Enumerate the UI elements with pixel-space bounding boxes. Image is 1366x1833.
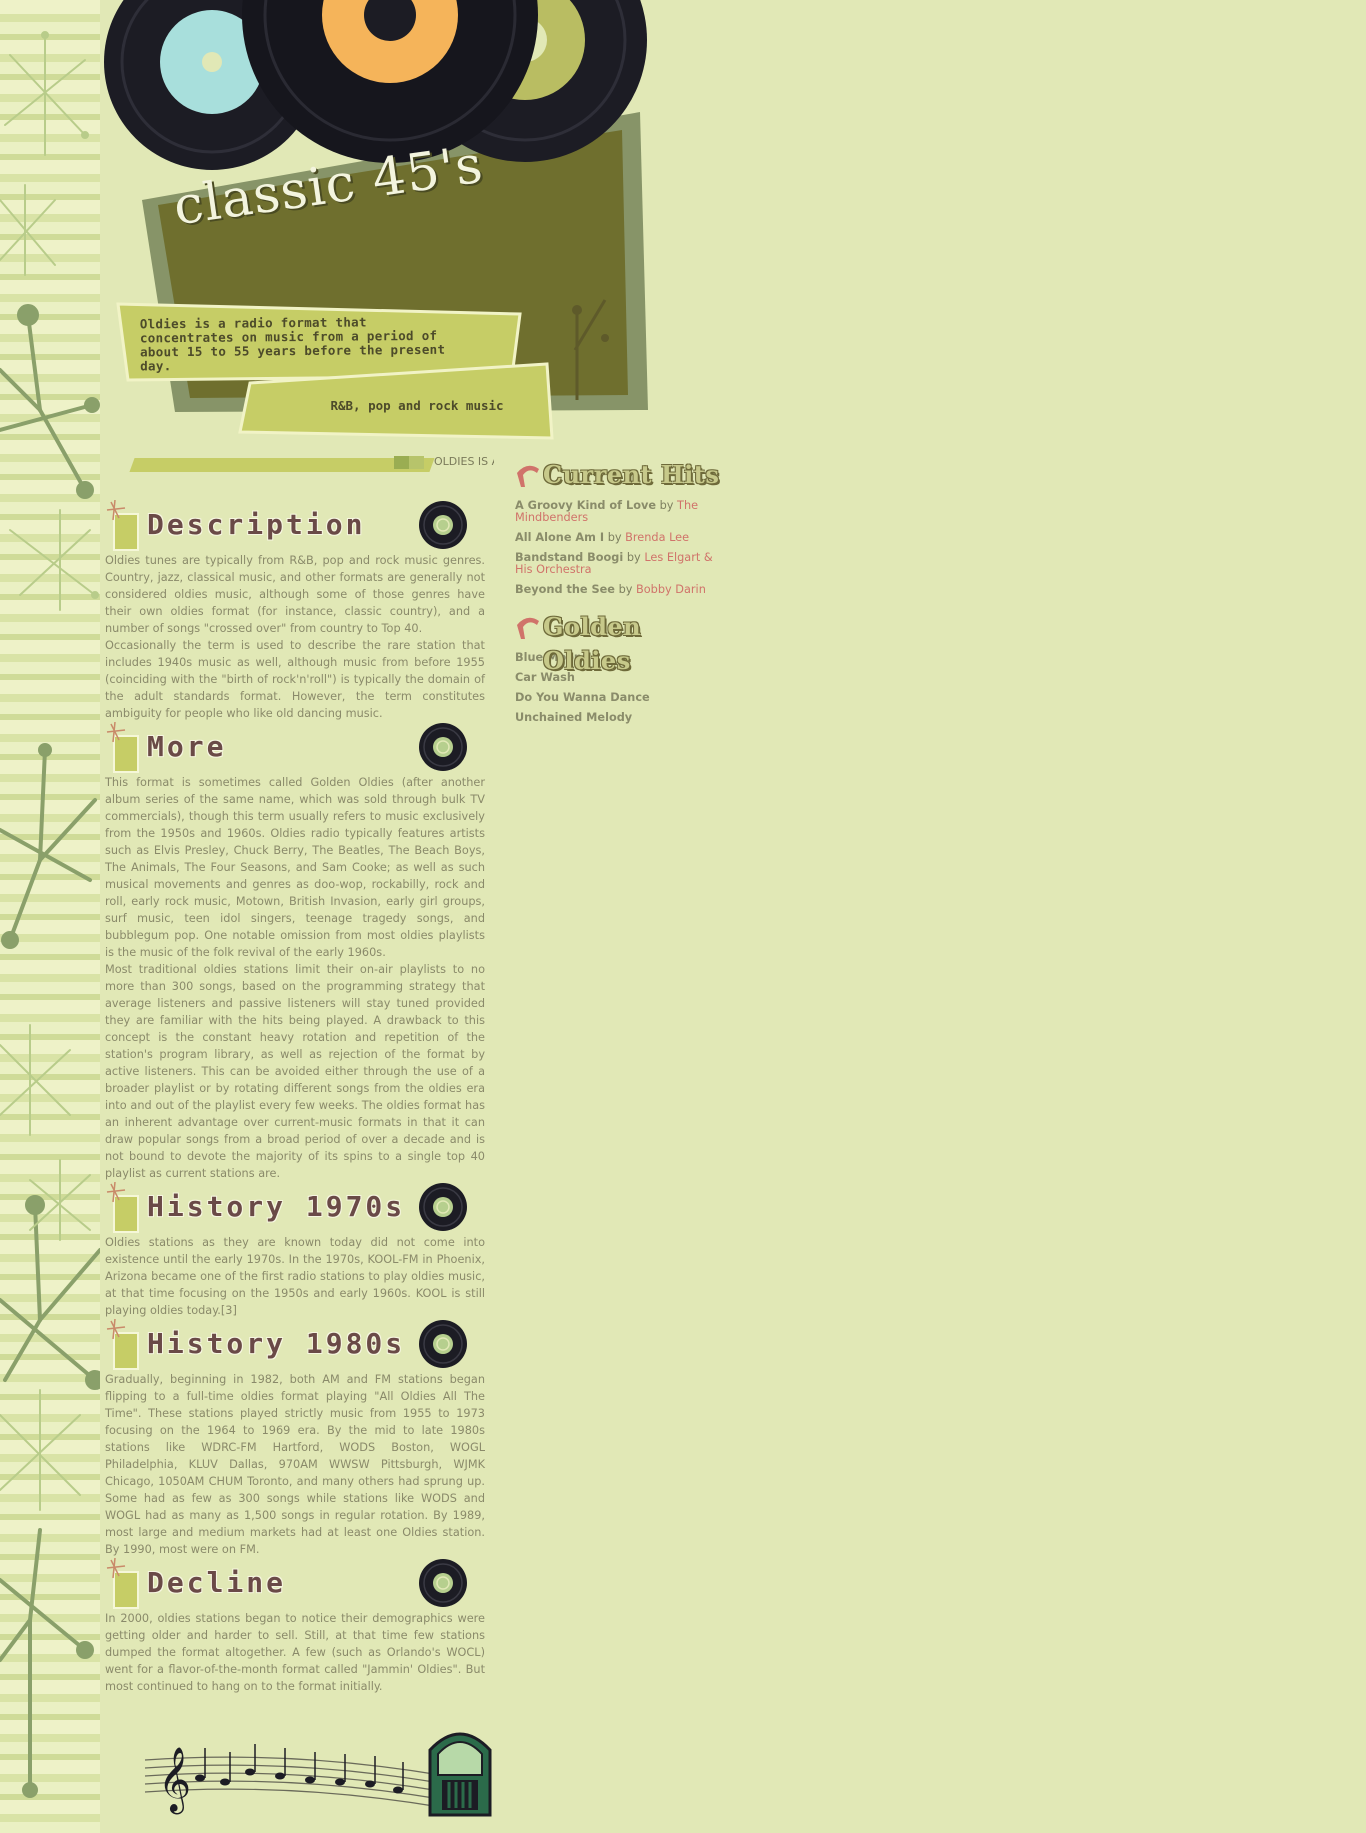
current-hits-title: Current Hits (515, 458, 730, 492)
hit-list-item: All Alone Am I by Brenda Lee (515, 532, 730, 544)
vinyl-record-icon (419, 1559, 467, 1607)
section-header: More (105, 722, 485, 774)
paragraph: Oldies stations as they are known today … (105, 1236, 485, 1317)
ticker-bar (129, 458, 435, 472)
paragraph: In 2000, oldies stations began to notice… (105, 1612, 485, 1693)
section-body: In 2000, oldies stations began to notice… (105, 1610, 485, 1695)
section-history-1970s: History 1970s Oldies stations as they ar… (105, 1182, 485, 1319)
svg-text:𝄞: 𝄞 (158, 1747, 191, 1814)
decorative-strip (0, 0, 100, 1833)
music-note-icon (517, 617, 539, 639)
music-note-icon (517, 465, 539, 487)
by-label: by (626, 551, 641, 564)
golden-oldies-label: Golden Oldies (543, 612, 642, 675)
section-title: History 1970s (147, 1190, 406, 1223)
hit-song-link[interactable]: All Alone Am I (515, 531, 604, 544)
starburst-icon (0, 31, 100, 1798)
music-staff-jukebox-art: 𝄞 (144, 1732, 492, 1817)
hit-artist-link[interactable]: Brenda Lee (625, 531, 689, 544)
section-title: History 1980s (147, 1327, 406, 1360)
sidebar: Current Hits A Groovy Kind of Love by Th… (515, 458, 730, 738)
hit-list-item: Bandstand Boogi by Les Elgart & His Orch… (515, 552, 730, 576)
music-note-icon (106, 722, 139, 773)
section-header: History 1980s (105, 1319, 485, 1371)
paragraph: Most traditional oldies stations limit t… (105, 963, 485, 1180)
hit-song-link[interactable]: Beyond the See (515, 583, 615, 596)
paragraph: Gradually, beginning in 1982, both AM an… (105, 1373, 485, 1556)
paragraph: This format is sometimes called Golden O… (105, 776, 485, 959)
section-body: This format is sometimes called Golden O… (105, 774, 485, 1182)
current-hits-label: Current Hits (543, 460, 720, 489)
vinyl-record-icon (104, 0, 647, 170)
oldie-list-item: Unchained Melody (515, 712, 730, 724)
main-content: Description Oldies tunes are typically f… (105, 500, 485, 1695)
paragraph: Occasionally the term is used to describ… (105, 639, 485, 720)
hit-list-item: Beyond the See by Bobby Darin (515, 584, 730, 596)
oldie-song-link[interactable]: Do You Wanna Dance (515, 691, 650, 704)
news-ticker: OLDIES IS A (129, 452, 494, 480)
section-body: Oldies stations as they are known today … (105, 1234, 485, 1319)
section-more: More This format is sometimes called Gol… (105, 722, 485, 1182)
oldie-song-link[interactable]: Unchained Melody (515, 711, 632, 724)
music-note-icon (106, 1558, 139, 1609)
current-hits-list: A Groovy Kind of Love by The Mindbenders… (515, 500, 730, 596)
oldie-list-item: Do You Wanna Dance (515, 692, 730, 704)
tagline: Oldies is a radio format that concentrat… (139, 314, 446, 374)
hit-artist-link[interactable]: Bobby Darin (636, 583, 706, 596)
section-title: Decline (147, 1566, 287, 1599)
music-note-icon (195, 1744, 404, 1794)
section-title: Description (147, 508, 366, 541)
hit-list-item: A Groovy Kind of Love by The Mindbenders (515, 500, 730, 524)
ticker-text: OLDIES IS A (434, 455, 494, 468)
section-history-1980s: History 1980s Gradually, beginning in 19… (105, 1319, 485, 1558)
section-header: Decline (105, 1558, 485, 1610)
vinyl-record-icon (419, 1183, 467, 1231)
section-body: Gradually, beginning in 1982, both AM an… (105, 1371, 485, 1558)
section-body: Oldies tunes are typically from R&B, pop… (105, 552, 485, 722)
vinyl-record-icon (419, 1320, 467, 1368)
site-header: classic 45's Oldies is a radio format th… (100, 0, 660, 445)
vinyl-record-icon (419, 501, 467, 549)
section-decline: Decline In 2000, oldies stations began t… (105, 1558, 485, 1695)
music-note-icon (106, 500, 139, 551)
section-title: More (147, 730, 227, 763)
section-header: Description (105, 500, 485, 552)
treble-clef-icon: 𝄞 (158, 1747, 191, 1814)
section-description: Description Oldies tunes are typically f… (105, 500, 485, 722)
ticker-chip (394, 456, 424, 469)
vinyl-record-icon (419, 723, 467, 771)
paragraph: Oldies tunes are typically from R&B, pop… (105, 554, 485, 635)
genre-line: R&B, pop and rock music (330, 398, 504, 413)
jukebox-icon (428, 1732, 492, 1817)
music-note-icon (106, 1319, 139, 1370)
golden-oldies-title: Golden Oldies (515, 610, 730, 675)
section-header: History 1970s (105, 1182, 485, 1234)
by-label: by (607, 531, 622, 544)
by-label: by (618, 583, 633, 596)
by-label: by (659, 499, 674, 512)
music-note-icon (106, 1182, 139, 1233)
